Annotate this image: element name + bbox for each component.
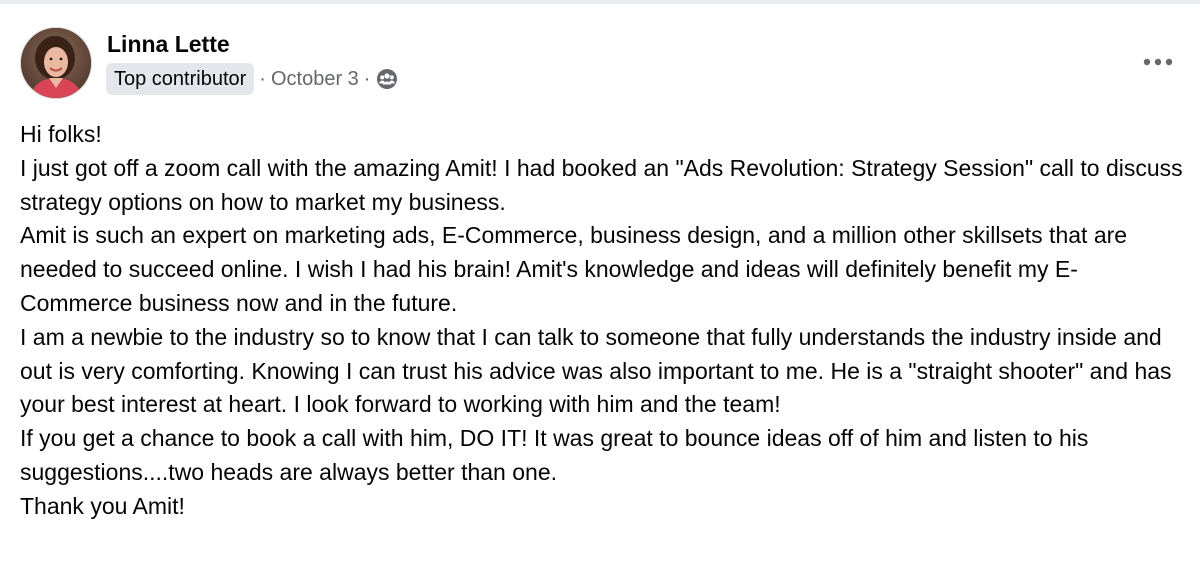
post-meta: Top contributor · October 3 · [106, 63, 398, 95]
post-paragraph: Thank you Amit! [20, 492, 185, 519]
more-options-button[interactable] [1136, 50, 1180, 74]
post-date[interactable]: October 3 [271, 68, 359, 91]
post-paragraph: If you get a chance to book a call with … [20, 425, 1089, 485]
author-name[interactable]: Linna Lette [107, 31, 230, 58]
avatar-photo [21, 28, 91, 98]
post-paragraph: I am a newbie to the industry so to know… [20, 323, 1172, 418]
more-options-icon [1143, 58, 1173, 66]
avatar[interactable] [20, 27, 92, 99]
post-body: Hi folks! I just got off a zoom call wit… [20, 118, 1190, 524]
meta-separator: · [259, 67, 266, 90]
post-paragraph: Amit is such an expert on marketing ads,… [20, 222, 1128, 316]
post-paragraph: I just got off a zoom call with the amaz… [20, 154, 1183, 215]
group-audience-icon [376, 68, 398, 90]
top-contributor-badge[interactable]: Top contributor [106, 63, 255, 95]
post-paragraph: Hi folks! [20, 121, 102, 147]
post-card: Linna Lette Top contributor · October 3 … [0, 4, 1200, 562]
meta-separator: · [363, 67, 371, 90]
